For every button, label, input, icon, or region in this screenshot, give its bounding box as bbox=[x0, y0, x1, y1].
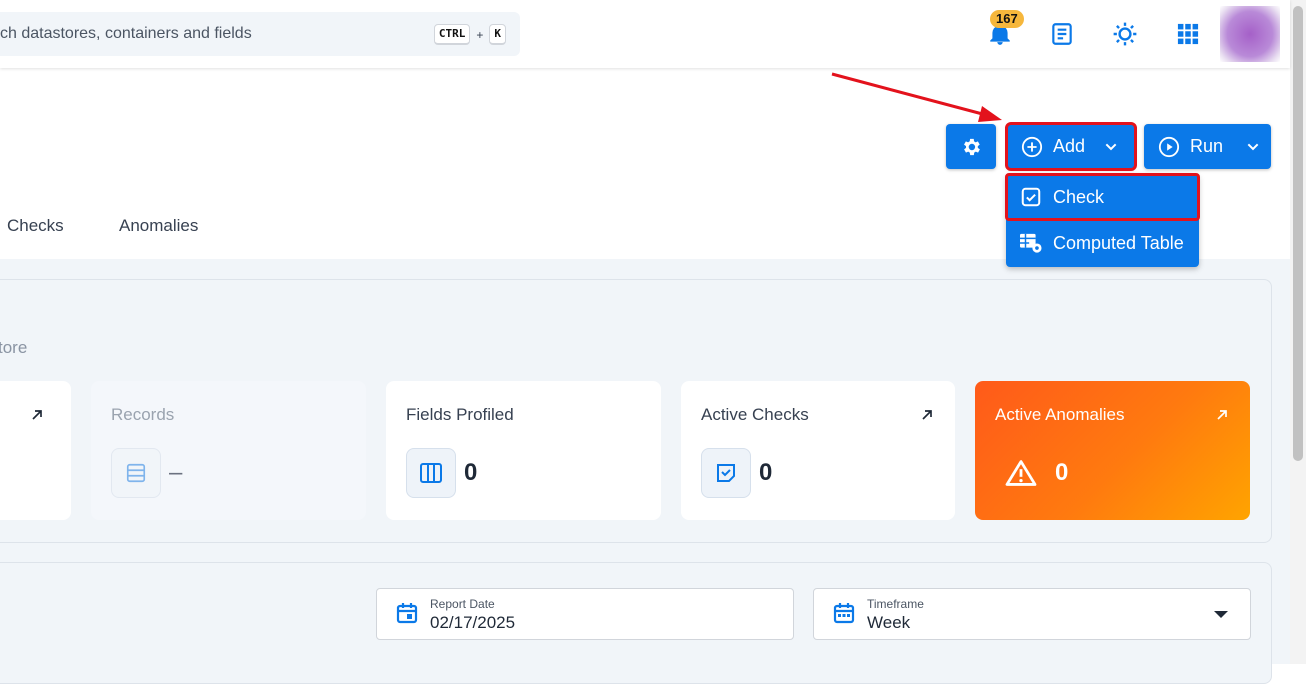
kbd-k: K bbox=[489, 24, 506, 45]
kbd-ctrl: CTRL bbox=[433, 24, 471, 45]
columns-icon bbox=[406, 448, 456, 498]
active-anomalies-card[interactable]: Active Anomalies 0 bbox=[975, 381, 1250, 520]
timeframe-label: Timeframe bbox=[867, 597, 924, 611]
fields-profiled-card: Fields Profiled 0 bbox=[386, 381, 661, 520]
warning-icon bbox=[1005, 460, 1037, 486]
arrow-up-right-icon bbox=[32, 410, 42, 420]
records-value: – bbox=[169, 459, 183, 486]
plus-circle-icon bbox=[1021, 136, 1043, 157]
scrollbar[interactable] bbox=[1290, 0, 1306, 664]
rows-icon bbox=[111, 448, 161, 498]
fields-profiled-title: Fields Profiled bbox=[406, 405, 514, 424]
add-button-label: Add bbox=[1053, 136, 1086, 156]
notification-badge: 167 bbox=[990, 10, 1024, 28]
play-circle-icon bbox=[1158, 136, 1180, 157]
menu-item-computed-table[interactable]: Computed Table bbox=[1006, 220, 1199, 266]
timeframe-value: Week bbox=[867, 613, 911, 632]
annotation-arrow bbox=[831, 72, 1002, 122]
report-date-field[interactable]: Report Date 02/17/2025 bbox=[376, 588, 794, 640]
partial-card[interactable] bbox=[0, 381, 71, 520]
active-checks-title: Active Checks bbox=[701, 405, 809, 424]
arrow-up-right-icon bbox=[922, 410, 932, 420]
gear-icon bbox=[964, 138, 980, 155]
records-title: Records bbox=[111, 405, 175, 424]
table-cog-icon bbox=[1019, 231, 1043, 255]
scrollbar-thumb[interactable] bbox=[1293, 6, 1303, 461]
run-button-label: Run bbox=[1190, 136, 1224, 156]
add-dropdown-menu: Check Computed Table bbox=[1005, 173, 1200, 267]
calendar-icon bbox=[833, 603, 855, 624]
fields-profiled-value: 0 bbox=[464, 459, 478, 486]
records-card: Records – bbox=[91, 381, 366, 520]
check-square-icon bbox=[1019, 185, 1043, 209]
report-date-label: Report Date bbox=[430, 597, 495, 611]
apps-grid-icon[interactable] bbox=[1172, 18, 1204, 50]
document-icon[interactable] bbox=[1046, 18, 1078, 50]
avatar[interactable] bbox=[1220, 6, 1280, 62]
active-checks-value: 0 bbox=[759, 459, 773, 486]
tab-anomalies[interactable]: Anomalies bbox=[119, 216, 198, 236]
timeframe-select[interactable]: Timeframe Week bbox=[813, 588, 1251, 640]
chevron-down-icon bbox=[1247, 143, 1259, 150]
section-label: tore bbox=[0, 338, 28, 357]
chevron-down-icon bbox=[1105, 143, 1117, 150]
add-button[interactable]: Add bbox=[1005, 122, 1137, 171]
kbd-plus: + bbox=[476, 27, 484, 42]
calendar-icon bbox=[396, 603, 418, 624]
menu-item-computed-table-label: Computed Table bbox=[1053, 232, 1184, 253]
brightness-icon[interactable] bbox=[1109, 18, 1141, 50]
top-bar: ch datastores, containers and fields CTR… bbox=[0, 0, 1290, 68]
run-button[interactable]: Run bbox=[1144, 124, 1271, 169]
arrow-up-right-icon bbox=[1217, 410, 1227, 420]
menu-item-check-label: Check bbox=[1053, 186, 1105, 207]
active-checks-card[interactable]: Active Checks 0 bbox=[681, 381, 955, 520]
menu-item-check[interactable]: Check bbox=[1005, 173, 1200, 221]
report-date-value: 02/17/2025 bbox=[430, 613, 516, 632]
search-shortcut: CTRL + K bbox=[433, 24, 506, 45]
check-note-icon bbox=[701, 448, 751, 498]
active-anomalies-title: Active Anomalies bbox=[995, 405, 1125, 424]
caret-down-icon bbox=[1214, 611, 1228, 618]
search-placeholder: ch datastores, containers and fields bbox=[0, 25, 252, 42]
tab-checks[interactable]: Checks bbox=[7, 216, 64, 236]
active-anomalies-value: 0 bbox=[1055, 459, 1069, 486]
search-bar[interactable]: ch datastores, containers and fields CTR… bbox=[0, 12, 520, 56]
settings-button[interactable] bbox=[946, 124, 996, 169]
